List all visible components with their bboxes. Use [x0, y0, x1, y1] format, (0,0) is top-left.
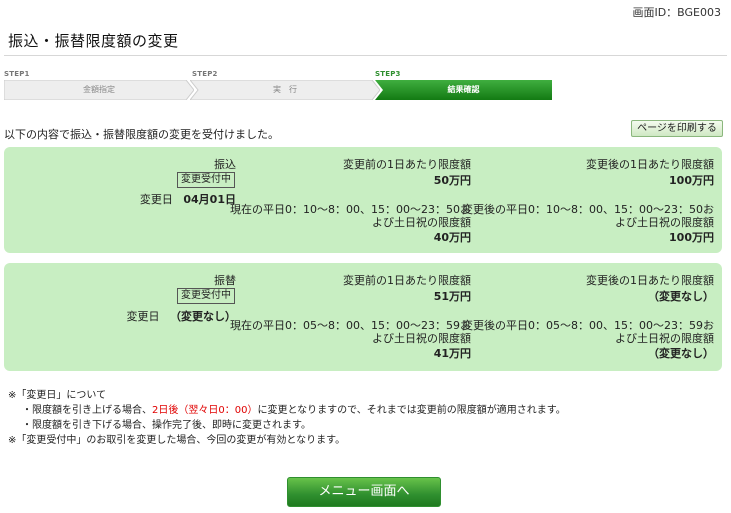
- note-heading: ※「変更日」について: [8, 390, 107, 401]
- before-time-line1: 現在の平日0：10〜8：00、15：00〜23：50お: [230, 203, 471, 216]
- change-date-row: 変更日 （変更なし）: [127, 310, 237, 323]
- before-time-line1: 現在の平日0：05〜8：00、15：00〜23：59お: [230, 319, 471, 332]
- change-date-row: 変更日 04月01日: [140, 193, 236, 206]
- after-daily-label: 変更後の1日あたり限度額: [586, 158, 714, 171]
- before-time-label: 現在の平日0：10〜8：00、15：00〜23：50お よび土日祝の限度額: [230, 203, 471, 229]
- screen-id: 画面ID：BGE003: [632, 6, 721, 19]
- print-page-button[interactable]: ページを印刷する: [631, 120, 723, 137]
- title-divider: [4, 55, 727, 56]
- change-date-label: 変更日: [126, 310, 160, 323]
- change-date-value: 04月01日: [183, 193, 236, 206]
- step2-bar: 実 行: [190, 80, 380, 100]
- step3-label: STEP3: [375, 70, 401, 78]
- change-date-value: （変更なし）: [170, 310, 236, 323]
- status-badge: 変更受付中: [177, 172, 235, 188]
- step2-text: 実 行: [273, 85, 297, 94]
- after-time-label: 変更後の平日0：10〜8：00、15：00〜23：50お よび土日祝の限度額: [462, 203, 714, 229]
- after-daily-value: （変更なし）: [648, 290, 714, 303]
- transfer-limit-panel: 振込 変更受付中 変更日 04月01日 変更前の1日あたり限度額 50万円 現在…: [4, 147, 722, 253]
- after-daily-label: 変更後の1日あたり限度額: [586, 274, 714, 287]
- completion-message: 以下の内容で振込・振替限度額の変更を受付けました。: [4, 128, 279, 141]
- before-daily-label: 変更前の1日あたり限度額: [343, 274, 471, 287]
- after-time-label: 変更後の平日0：05〜8：00、15：00〜23：59お よび土日祝の限度額: [462, 319, 714, 345]
- after-time-line2: よび土日祝の限度額: [615, 216, 714, 229]
- menu-screen-button[interactable]: メニュー画面へ: [287, 477, 441, 507]
- limit-type: 振替: [214, 274, 236, 287]
- before-time-label: 現在の平日0：05〜8：00、15：00〜23：59お よび土日祝の限度額: [230, 319, 471, 345]
- step1-label: STEP1: [4, 70, 30, 78]
- page-title: 振込・振替限度額の変更: [8, 32, 179, 50]
- step3-bar: 結果確認: [375, 80, 552, 100]
- step-indicator: STEP1 STEP2 STEP3 金額指定 実 行 結果確認: [4, 70, 552, 102]
- before-time-value: 40万円: [433, 231, 471, 244]
- note-line1-post: に変更となりますので、それまでは変更前の限度額が適用されます。: [257, 405, 566, 416]
- before-daily-value: 50万円: [433, 174, 471, 187]
- step1-bar: 金額指定: [4, 80, 194, 100]
- before-daily-value: 51万円: [433, 290, 471, 303]
- account-transfer-limit-panel: 振替 変更受付中 変更日 （変更なし） 変更前の1日あたり限度額 51万円 現在…: [4, 263, 722, 371]
- after-time-line1: 変更後の平日0：05〜8：00、15：00〜23：59お: [462, 319, 714, 332]
- before-daily-label: 変更前の1日あたり限度額: [343, 158, 471, 171]
- notes-section: ※「変更日」について ・限度額を引き上げる場合、2日後（翌々日0：00）に変更と…: [8, 388, 566, 448]
- after-daily-value: 100万円: [669, 174, 714, 187]
- step3-text: 結果確認: [447, 85, 480, 94]
- note-line1-pre: ・限度額を引き上げる場合、: [22, 405, 152, 416]
- note-line3: ※「変更受付中」のお取引を変更した場合、今回の変更が有効となります。: [8, 435, 346, 446]
- note-line1: ・限度額を引き上げる場合、2日後（翌々日0：00）に変更となりますので、それまで…: [8, 403, 566, 418]
- step2-label: STEP2: [192, 70, 218, 78]
- before-time-value: 41万円: [433, 347, 471, 360]
- after-time-line2: よび土日祝の限度額: [615, 332, 714, 345]
- note-line1-highlight: 2日後（翌々日0：00）: [152, 405, 258, 416]
- step1-text: 金額指定: [83, 85, 115, 94]
- limit-type: 振込: [214, 158, 236, 171]
- before-time-line2: よび土日祝の限度額: [372, 216, 471, 229]
- before-time-line2: よび土日祝の限度額: [372, 332, 471, 345]
- after-time-value: 100万円: [669, 231, 714, 244]
- after-time-value: （変更なし）: [648, 347, 714, 360]
- after-time-line1: 変更後の平日0：10〜8：00、15：00〜23：50お: [462, 203, 714, 216]
- note-line2: ・限度額を引き下げる場合、操作完了後、即時に変更されます。: [22, 420, 311, 431]
- change-date-label: 変更日: [139, 193, 173, 206]
- status-badge: 変更受付中: [177, 288, 235, 304]
